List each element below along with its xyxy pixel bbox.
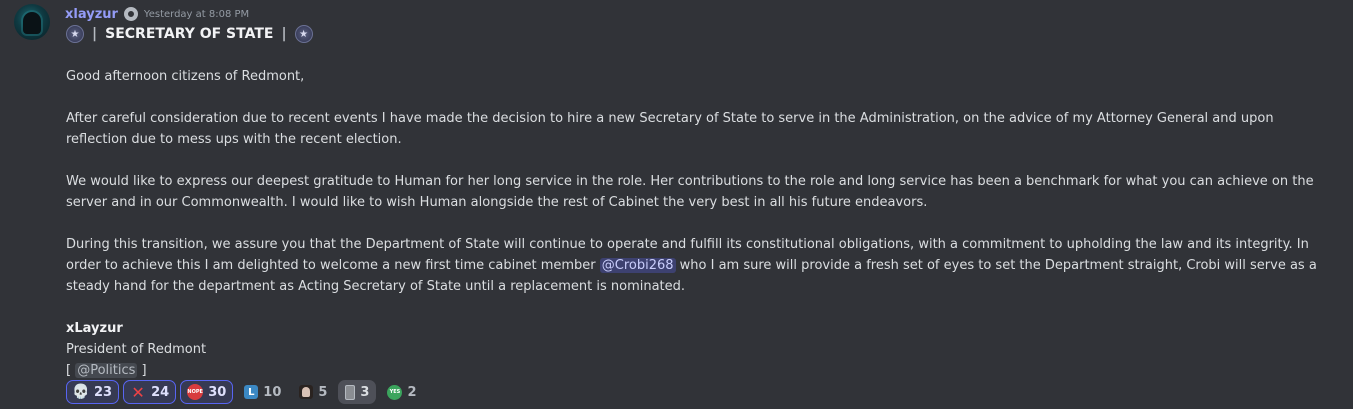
signature-mention-line: [ @Politics ]	[66, 363, 147, 378]
signature-name: xLayzur	[66, 321, 123, 336]
title-pipe-right: |	[281, 26, 287, 42]
reaction-face[interactable]: 5	[292, 380, 334, 404]
reaction-nope[interactable]: NOPE 30	[180, 380, 234, 404]
yes-icon: YES	[387, 384, 403, 400]
user-mention[interactable]: @Crobi268	[599, 258, 676, 273]
message: xlayzur Yesterday at 8:08 PM ★ | SECRETA…	[0, 0, 1353, 409]
paragraph-3: During this transition, we assure you th…	[66, 237, 1317, 294]
signature-role: President of Redmont	[66, 342, 207, 357]
reaction-phone[interactable]: 3	[338, 380, 377, 404]
reactions-bar: 💀 23 ✕ 24 NOPE 30 L 10 5 3 YES 2	[66, 380, 424, 404]
paragraph-1: After careful consideration due to recen…	[66, 111, 1274, 147]
nope-icon: NOPE	[187, 384, 204, 400]
reaction-count: 3	[360, 384, 370, 400]
reaction-count: 24	[151, 384, 170, 400]
reaction-yes[interactable]: YES 2	[380, 380, 423, 404]
message-body: Good afternoon citizens of Redmont, Afte…	[66, 66, 1328, 381]
avatar[interactable]	[14, 4, 50, 40]
reaction-cross[interactable]: ✕ 24	[123, 380, 177, 404]
paragraph-2: We would like to express our deepest gra…	[66, 174, 1314, 210]
reaction-count: 10	[263, 384, 282, 400]
message-header: xlayzur Yesterday at 8:08 PM	[65, 5, 249, 23]
title-pipe-left: |	[92, 26, 98, 42]
phone-icon	[345, 384, 356, 400]
star-emoji-icon: ★	[294, 25, 313, 43]
reaction-letter-l[interactable]: L 10	[237, 380, 288, 404]
signature: xLayzur President of Redmont [ @Politics…	[66, 318, 1328, 381]
face-icon	[299, 385, 314, 399]
reaction-count: 23	[94, 384, 113, 400]
avatar-figure	[23, 12, 41, 34]
title-text: SECRETARY OF STATE	[105, 26, 274, 42]
role-mention[interactable]: @Politics	[75, 363, 138, 378]
greeting: Good afternoon citizens of Redmont,	[66, 69, 305, 84]
server-tag-icon[interactable]	[123, 7, 138, 21]
timestamp[interactable]: Yesterday at 8:08 PM	[144, 9, 249, 20]
skull-icon: 💀	[72, 384, 90, 400]
letter-l-icon: L	[244, 385, 259, 399]
announcement-title: ★ | SECRETARY OF STATE | ★	[66, 24, 313, 44]
reaction-count: 30	[208, 384, 227, 400]
x-mark-icon: ✕	[131, 382, 145, 402]
reaction-count: 5	[318, 384, 328, 400]
reaction-skull[interactable]: 💀 23	[66, 380, 120, 404]
star-emoji-icon: ★	[66, 25, 84, 43]
reaction-count: 2	[407, 384, 417, 400]
username[interactable]: xlayzur	[65, 7, 118, 22]
